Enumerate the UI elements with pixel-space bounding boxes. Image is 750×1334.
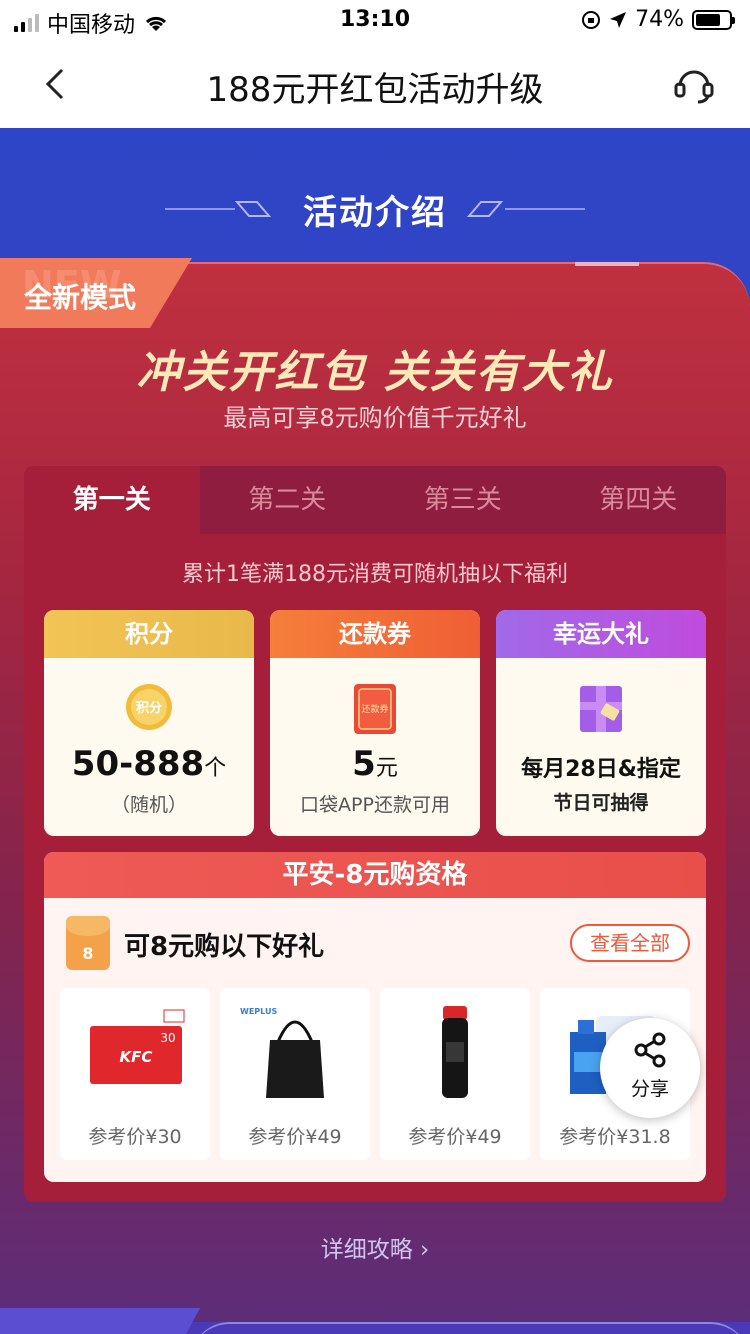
detail-guide-link[interactable]: 详细攻略 ›	[0, 1230, 750, 1264]
benefit-note: （随机）	[110, 794, 187, 816]
goods-price: 参考价¥49	[248, 1126, 342, 1148]
benefit-title: 积分	[44, 610, 254, 658]
weplus-logo-text: WEPLUS	[240, 1007, 277, 1016]
goods-card-bag[interactable]: WEPLUS 参考价¥49	[220, 988, 370, 1160]
pingan-section: 平安-8元购资格 8 可8元购以下好礼 查看全部 KFC 30 参考价¥30 WE…	[44, 852, 706, 1182]
pingan-body: 8 可8元购以下好礼 查看全部 KFC 30 参考价¥30 WEPLUS 参考价¥…	[44, 898, 706, 1182]
red-envelope-icon: 8	[66, 916, 110, 970]
tab-level-3[interactable]: 第三关	[375, 466, 551, 534]
pingan-title: 可8元购以下好礼	[124, 932, 325, 962]
points-coin-icon: 积分	[126, 684, 172, 730]
benefit-title: 还款券	[270, 610, 480, 658]
goods-card-bottle[interactable]: 参考价¥49	[380, 988, 530, 1160]
tab-level-1[interactable]: 第一关	[24, 466, 200, 534]
benefit-value-number: 50-888	[71, 744, 205, 784]
benefit-value-unit: 元	[375, 756, 398, 781]
subline: 最高可享8元购价值千元好礼	[223, 404, 527, 432]
share-button[interactable]: 分享	[600, 1018, 700, 1118]
share-label: 分享	[630, 1078, 669, 1100]
classic-tag	[0, 1308, 200, 1334]
benefit-value: 5元	[270, 744, 480, 784]
level-rule: 累计1笔满188元消费可随机抽以下福利	[182, 562, 568, 587]
status-bar: 中国移动 13:10 74%	[0, 0, 750, 40]
pingan-header: 平安-8元购资格	[44, 852, 706, 898]
coupon-icon-text: 还款券	[361, 703, 388, 715]
benefit-note: 节日可抽得	[553, 792, 649, 814]
benefit-lucky-gift: 幸运大礼 每月28日&指定 节日可抽得	[496, 610, 706, 836]
new-mode-label: 全新模式	[24, 281, 137, 314]
kfc-logo-text: KFC	[120, 1048, 153, 1066]
benefit-points: 积分 积分 50-888个 （随机）	[44, 610, 254, 836]
benefit-value: 50-888个	[44, 744, 254, 784]
level-tabs: 第一关 第二关 第三关 第四关	[24, 466, 726, 534]
share-icon	[634, 1032, 666, 1068]
tab-level-2[interactable]: 第二关	[200, 466, 376, 534]
goods-price: 参考价¥49	[408, 1126, 502, 1148]
goods-card-kfc[interactable]: KFC 30 参考价¥30	[60, 988, 210, 1160]
battery-percent: 74%	[635, 7, 684, 32]
status-right: 74%	[581, 7, 735, 32]
repayment-coupon-icon: 还款券	[354, 684, 396, 734]
goods-price: 参考价¥31.8	[559, 1126, 671, 1148]
benefit-value-unit: 个	[204, 756, 227, 781]
kfc-card-value: 30	[160, 1031, 175, 1045]
benefit-repayment-coupon: 还款券 还款券 5元 口袋APP还款可用	[270, 610, 480, 836]
nav-bar: 188元开红包活动升级	[0, 40, 750, 128]
rotation-lock-icon	[582, 10, 601, 29]
benefit-note: 口袋APP还款可用	[300, 794, 450, 816]
tote-bag-image: WEPLUS	[240, 1007, 324, 1098]
battery-icon	[692, 9, 735, 30]
card-top-accent	[575, 262, 639, 266]
headline: 冲关开红包 关关有大礼	[136, 347, 614, 398]
view-all-button[interactable]: 查看全部	[570, 924, 690, 962]
location-arrow-icon	[610, 11, 627, 28]
page-title: 188元开红包活动升级	[206, 70, 544, 110]
envelope-number: 8	[82, 944, 94, 963]
title-deco-right	[466, 201, 585, 217]
customer-service-icon[interactable]	[670, 60, 718, 108]
points-coin-text: 积分	[136, 700, 162, 716]
goods-price: 参考价¥30	[88, 1126, 182, 1148]
next-card-edge	[190, 1322, 750, 1334]
benefit-value: 每月28日&指定	[521, 757, 681, 782]
benefit-value-number: 5	[352, 744, 376, 784]
kfc-card-image: KFC 30	[90, 1009, 185, 1084]
section-title: 活动介绍	[303, 193, 447, 233]
thermos-bottle-image	[442, 1006, 468, 1098]
tab-level-4[interactable]: 第四关	[551, 466, 727, 534]
gift-box-icon	[580, 686, 622, 732]
benefit-title: 幸运大礼	[496, 610, 706, 658]
